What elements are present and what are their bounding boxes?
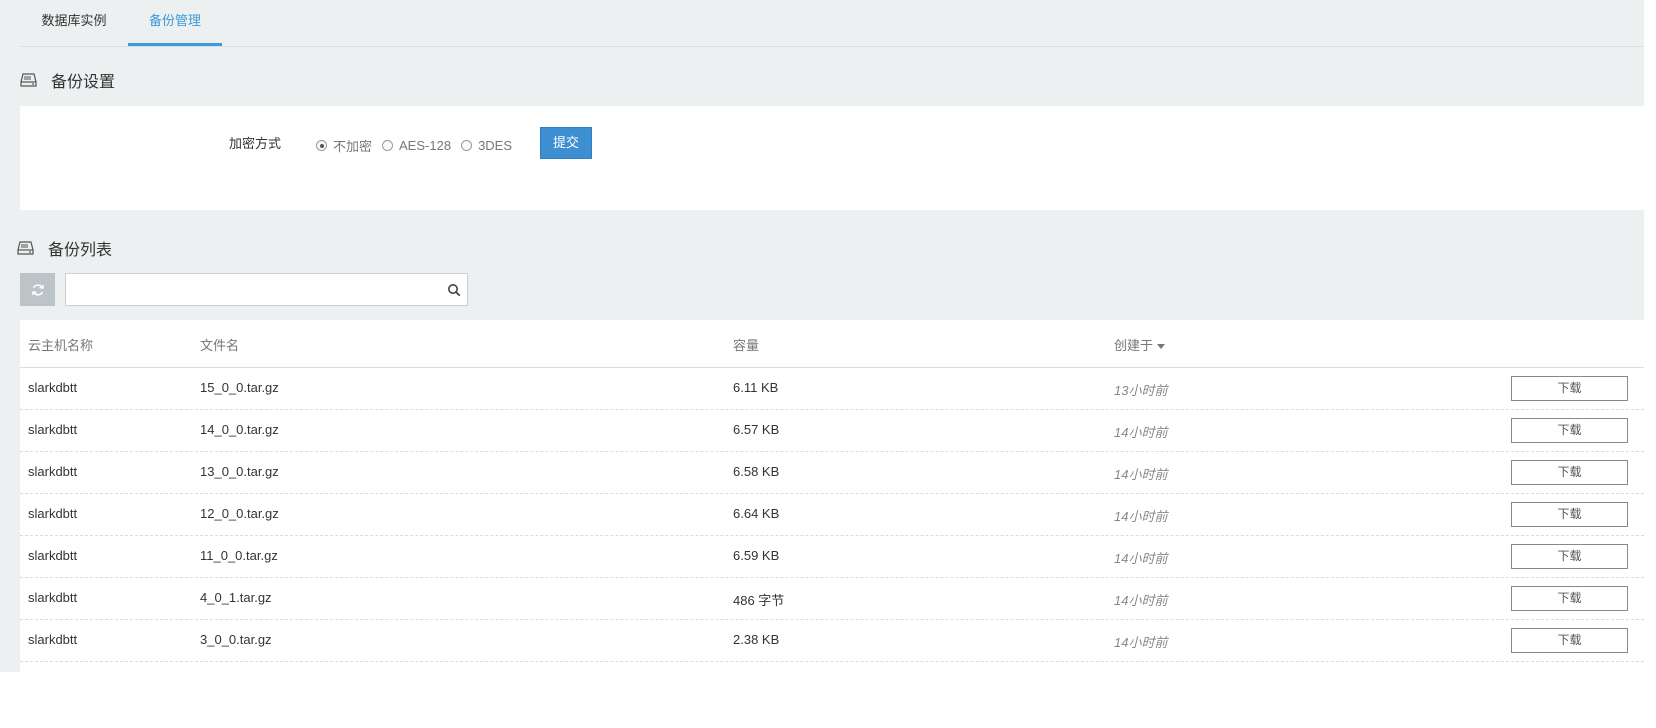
backup-list-header: 备份列表 bbox=[17, 236, 112, 260]
backup-table: 云主机名称 文件名 容量 创建于 slarkdbtt 15_0_0.tar.gz… bbox=[20, 320, 1644, 672]
submit-button[interactable]: 提交 bbox=[540, 127, 592, 159]
download-button[interactable]: 下载 bbox=[1511, 544, 1628, 569]
cell-filename: 4_0_1.tar.gz bbox=[200, 590, 272, 605]
search-box bbox=[65, 273, 468, 306]
table-row: slarkdbtt 11_0_0.tar.gz 6.59 KB 14小时前 下载 bbox=[20, 536, 1644, 578]
table-row: slarkdbtt 12_0_0.tar.gz 6.64 KB 14小时前 下载 bbox=[20, 494, 1644, 536]
cell-filename: 11_0_0.tar.gz bbox=[200, 548, 278, 563]
hard-drive-icon bbox=[20, 73, 37, 87]
table-body: slarkdbtt 15_0_0.tar.gz 6.11 KB 13小时前 下载… bbox=[20, 368, 1644, 662]
cell-size: 6.58 KB bbox=[733, 464, 780, 479]
column-header-size: 容量 bbox=[733, 338, 760, 353]
cell-size: 6.59 KB bbox=[733, 548, 780, 563]
radio-button[interactable] bbox=[316, 140, 327, 151]
download-button[interactable]: 下载 bbox=[1511, 460, 1628, 485]
cell-size: 6.64 KB bbox=[733, 506, 780, 521]
refresh-icon bbox=[31, 283, 44, 296]
cell-host: slarkdbtt bbox=[28, 632, 78, 647]
download-button[interactable]: 下载 bbox=[1511, 586, 1628, 611]
hard-drive-icon bbox=[17, 241, 34, 255]
cell-size: 6.11 KB bbox=[733, 380, 779, 395]
cell-host: slarkdbtt bbox=[28, 422, 78, 437]
backup-settings-title: 备份设置 bbox=[51, 74, 116, 91]
cell-created: 14小时前 bbox=[1114, 509, 1168, 524]
column-header-host: 云主机名称 bbox=[28, 338, 94, 353]
cell-created: 14小时前 bbox=[1114, 425, 1168, 440]
tab-bar: 数据库实例 备份管理 bbox=[20, 0, 1644, 47]
radio-button[interactable] bbox=[461, 140, 473, 151]
backup-list-title: 备份列表 bbox=[48, 242, 113, 259]
radio-label: 3DES bbox=[478, 138, 513, 153]
cell-created: 14小时前 bbox=[1114, 467, 1168, 482]
download-button[interactable]: 下载 bbox=[1511, 628, 1628, 653]
encryption-label: 加密方式 bbox=[229, 136, 282, 151]
cell-filename: 13_0_0.tar.gz bbox=[200, 464, 279, 479]
cell-filename: 3_0_0.tar.gz bbox=[200, 632, 272, 647]
cell-created: 14小时前 bbox=[1114, 635, 1168, 650]
radio-label: 不加密 bbox=[333, 139, 373, 154]
table-row: slarkdbtt 4_0_1.tar.gz 486 字节 14小时前 下载 bbox=[20, 578, 1644, 620]
cell-size: 6.57 KB bbox=[733, 422, 780, 437]
radio-aes-128[interactable]: AES-128 bbox=[382, 138, 451, 153]
refresh-button[interactable] bbox=[20, 273, 55, 306]
cell-filename: 15_0_0.tar.gz bbox=[200, 380, 279, 395]
radio-label: AES-128 bbox=[399, 138, 452, 153]
column-header-filename: 文件名 bbox=[200, 338, 240, 353]
cell-host: slarkdbtt bbox=[28, 548, 78, 563]
cell-host: slarkdbtt bbox=[28, 464, 78, 479]
tab-database-instances[interactable]: 数据库实例 bbox=[20, 0, 128, 46]
cell-created: 13小时前 bbox=[1114, 383, 1168, 398]
search-icon[interactable] bbox=[447, 283, 461, 297]
cell-host: slarkdbtt bbox=[28, 380, 78, 395]
table-row: slarkdbtt 13_0_0.tar.gz 6.58 KB 14小时前 下载 bbox=[20, 452, 1644, 494]
cell-filename: 12_0_0.tar.gz bbox=[200, 506, 279, 521]
download-button[interactable]: 下载 bbox=[1511, 418, 1628, 443]
cell-filename: 14_0_0.tar.gz bbox=[200, 422, 279, 437]
encryption-radio-group: 不加密 AES-128 3DES bbox=[316, 136, 522, 155]
cell-created: 14小时前 bbox=[1114, 551, 1168, 566]
table-row: slarkdbtt 14_0_0.tar.gz 6.57 KB 14小时前 下载 bbox=[20, 410, 1644, 452]
download-button[interactable]: 下载 bbox=[1511, 502, 1628, 527]
radio-button[interactable] bbox=[382, 140, 394, 151]
column-header-created[interactable]: 创建于 bbox=[1114, 335, 1166, 354]
search-input[interactable] bbox=[66, 274, 436, 305]
backup-settings-header: 备份设置 bbox=[20, 68, 115, 92]
cell-created: 14小时前 bbox=[1114, 593, 1168, 608]
cell-size: 2.38 KB bbox=[733, 632, 780, 647]
table-header: 云主机名称 文件名 容量 创建于 bbox=[20, 320, 1644, 368]
cell-host: slarkdbtt bbox=[28, 506, 78, 521]
column-header-created-label: 创建于 bbox=[1114, 338, 1154, 353]
tab-backup-management[interactable]: 备份管理 bbox=[128, 0, 222, 46]
cell-host: slarkdbtt bbox=[28, 590, 78, 605]
radio-no-encryption[interactable]: 不加密 bbox=[316, 136, 372, 155]
table-row: slarkdbtt 15_0_0.tar.gz 6.11 KB 13小时前 下载 bbox=[20, 368, 1644, 410]
backup-settings-panel: 加密方式 不加密 AES-128 3DES 提交 bbox=[20, 106, 1644, 210]
page: 数据库实例 备份管理 备份设置 加密方式 不加密 AES-128 3DES 提交… bbox=[0, 0, 1644, 672]
cell-size: 486 字节 bbox=[733, 593, 785, 608]
sort-desc-icon[interactable] bbox=[1157, 344, 1166, 350]
table-row: slarkdbtt 3_0_0.tar.gz 2.38 KB 14小时前 下载 bbox=[20, 620, 1644, 662]
radio-3des[interactable]: 3DES bbox=[461, 138, 512, 153]
download-button[interactable]: 下载 bbox=[1511, 376, 1628, 401]
